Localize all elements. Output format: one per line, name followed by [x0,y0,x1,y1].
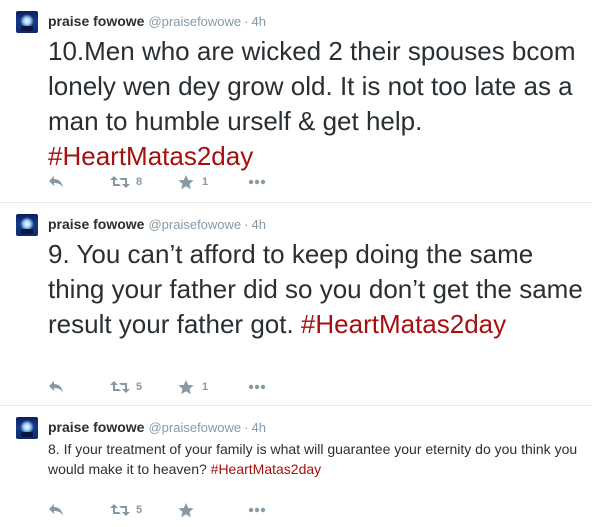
favorite-button[interactable] [178,500,202,520]
favorite-button[interactable]: 1 [178,172,208,192]
timestamp[interactable]: 4h [252,14,266,29]
user-name[interactable]: praise fowowe [48,419,144,435]
more-button[interactable] [248,172,266,192]
tweet-text: 8. If your treatment of your family is w… [48,439,588,479]
separator: · [244,14,249,29]
tweet-feed: praise fowowe @praisefowowe · 4h 10.Men who… [0,0,592,527]
star-icon [178,502,194,517]
tweet-card[interactable]: praise fowowe @praisefowowe · 4h 10.Men who… [0,0,592,203]
retweet-icon [110,176,130,188]
tweet-card[interactable]: praise fowowe @praisefowowe · 4h 8. If your… [0,406,592,527]
user-name[interactable]: praise fowowe [48,216,144,232]
user-handle[interactable]: @praisefowowe [148,14,241,29]
tweet-card[interactable]: praise fowowe @praisefowowe · 4h 9. You can… [0,203,592,406]
avatar[interactable] [16,11,38,33]
separator: · [244,420,249,435]
hashtag-link[interactable]: #HeartMatas2day [301,309,506,339]
user-handle[interactable]: @praisefowowe [148,420,241,435]
reply-button[interactable] [48,172,64,192]
user-handle[interactable]: @praisefowowe [148,217,241,232]
more-dots-icon [248,179,266,185]
tweet-text: 10.Men who are wicked 2 their spouses bc… [48,34,588,174]
favorite-button[interactable]: 1 [178,377,208,397]
more-button[interactable] [248,500,266,520]
hashtag-link[interactable]: #HeartMatas2day [48,141,253,171]
avatar[interactable] [16,214,38,236]
tweet-header: praise fowowe @praisefowowe · 4h [48,215,266,234]
more-dots-icon [248,507,266,513]
favorite-count: 1 [202,176,209,188]
retweet-icon [110,381,130,393]
favorite-count: 1 [202,381,209,393]
tweet-body: 10.Men who are wicked 2 their spouses bc… [48,36,576,136]
retweet-count: 8 [136,176,143,188]
retweet-button[interactable]: 5 [110,500,142,520]
hashtag-link[interactable]: #HeartMatas2day [211,461,322,477]
retweet-icon [110,504,130,516]
star-icon [178,174,194,189]
star-icon [178,379,194,394]
timestamp[interactable]: 4h [252,420,266,435]
retweet-count: 5 [136,504,143,516]
reply-button[interactable] [48,500,64,520]
tweet-text: 9. You can’t afford to keep doing the sa… [48,237,588,342]
timestamp[interactable]: 4h [252,217,266,232]
tweet-header: praise fowowe @praisefowowe · 4h [48,12,266,31]
reply-button[interactable] [48,377,64,397]
retweet-button[interactable]: 5 [110,377,142,397]
reply-icon [49,381,63,393]
separator: · [244,217,249,232]
more-dots-icon [248,384,266,390]
retweet-button[interactable]: 8 [110,172,142,192]
reply-icon [49,176,63,188]
tweet-header: praise fowowe @praisefowowe · 4h [48,418,266,437]
reply-icon [49,504,63,516]
avatar[interactable] [16,417,38,439]
more-button[interactable] [248,377,266,397]
retweet-count: 5 [136,381,143,393]
user-name[interactable]: praise fowowe [48,13,144,29]
